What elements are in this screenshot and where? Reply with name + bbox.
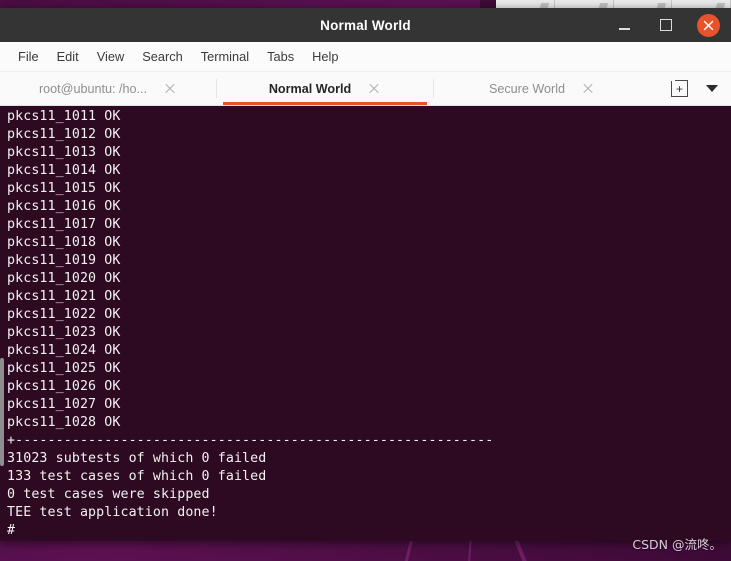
tab-root-ubuntu[interactable]: root@ubuntu: /ho... xyxy=(0,72,216,105)
terminal-line: # xyxy=(7,523,16,538)
terminal-line: pkcs11_1011 OK xyxy=(7,109,121,124)
close-icon xyxy=(703,20,714,30)
screen-root: Normal World File Edit View Search Termi… xyxy=(0,0,731,561)
tab-close-icon[interactable] xyxy=(367,82,381,96)
terminal-line: pkcs11_1023 OK xyxy=(7,325,121,340)
new-tab-icon[interactable] xyxy=(670,79,688,97)
terminal-line: pkcs11_1026 OK xyxy=(7,379,121,394)
terminal-line: pkcs11_1028 OK xyxy=(7,415,121,430)
terminal-output[interactable]: pkcs11_1011 OK pkcs11_1012 OK pkcs11_1013 … xyxy=(4,106,731,541)
tab-secure-world[interactable]: Secure World xyxy=(434,72,650,105)
terminal-body[interactable]: pkcs11_1011 OK pkcs11_1012 OK pkcs11_1013 … xyxy=(0,106,731,541)
terminal-line: pkcs11_1027 OK xyxy=(7,397,121,412)
menu-item-edit[interactable]: Edit xyxy=(48,46,88,67)
menu-item-help[interactable]: Help xyxy=(303,46,347,67)
terminal-scrollbar[interactable] xyxy=(0,106,4,541)
terminal-line: 133 test cases of which 0 failed xyxy=(7,469,267,484)
chevron-down-icon[interactable] xyxy=(706,85,718,92)
terminal-line: pkcs11_1016 OK xyxy=(7,199,121,214)
maximize-button[interactable] xyxy=(655,14,677,36)
menu-item-file[interactable]: File xyxy=(9,46,48,67)
window-controls xyxy=(613,13,731,37)
titlebar[interactable]: Normal World xyxy=(0,8,731,42)
terminal-line: pkcs11_1012 OK xyxy=(7,127,121,142)
terminal-line: pkcs11_1013 OK xyxy=(7,145,121,160)
menu-item-terminal[interactable]: Terminal xyxy=(192,46,258,67)
tabbar: root@ubuntu: /ho... Normal World Secure … xyxy=(0,72,731,106)
terminal-line: 0 test cases were skipped xyxy=(7,487,210,502)
terminal-line: pkcs11_1024 OK xyxy=(7,343,121,358)
menu-item-tabs[interactable]: Tabs xyxy=(258,46,303,67)
minimize-button[interactable] xyxy=(613,14,635,36)
close-button[interactable] xyxy=(697,13,720,37)
tab-normal-world[interactable]: Normal World xyxy=(217,72,433,105)
terminal-line: 31023 subtests of which 0 failed xyxy=(7,451,267,466)
terminal-line: pkcs11_1017 OK xyxy=(7,217,121,232)
terminal-line: pkcs11_1018 OK xyxy=(7,235,121,250)
terminal-line: pkcs11_1021 OK xyxy=(7,289,121,304)
tab-label: Normal World xyxy=(268,81,352,96)
terminal-line: pkcs11_1014 OK xyxy=(7,163,121,178)
terminal-line: TEE test application done! xyxy=(7,505,218,520)
tab-label: root@ubuntu: /ho... xyxy=(38,81,147,96)
menubar: File Edit View Search Terminal Tabs Help xyxy=(0,42,731,72)
terminal-window: Normal World File Edit View Search Termi… xyxy=(0,8,731,541)
tab-label: Secure World xyxy=(488,81,566,96)
tabbar-actions xyxy=(670,72,731,105)
terminal-line: pkcs11_1025 OK xyxy=(7,361,121,376)
menu-item-search[interactable]: Search xyxy=(133,46,192,67)
terminal-line: pkcs11_1022 OK xyxy=(7,307,121,322)
terminal-line: pkcs11_1015 OK xyxy=(7,181,121,196)
tab-close-icon[interactable] xyxy=(581,82,595,96)
scrollbar-thumb[interactable] xyxy=(0,358,4,466)
tab-close-icon[interactable] xyxy=(163,82,177,96)
terminal-line: pkcs11_1019 OK xyxy=(7,253,121,268)
terminal-line: pkcs11_1020 OK xyxy=(7,271,121,286)
watermark: CSDN @流咚。 xyxy=(632,537,722,552)
terminal-line: +---------------------------------------… xyxy=(7,433,494,448)
menu-item-view[interactable]: View xyxy=(88,46,134,67)
